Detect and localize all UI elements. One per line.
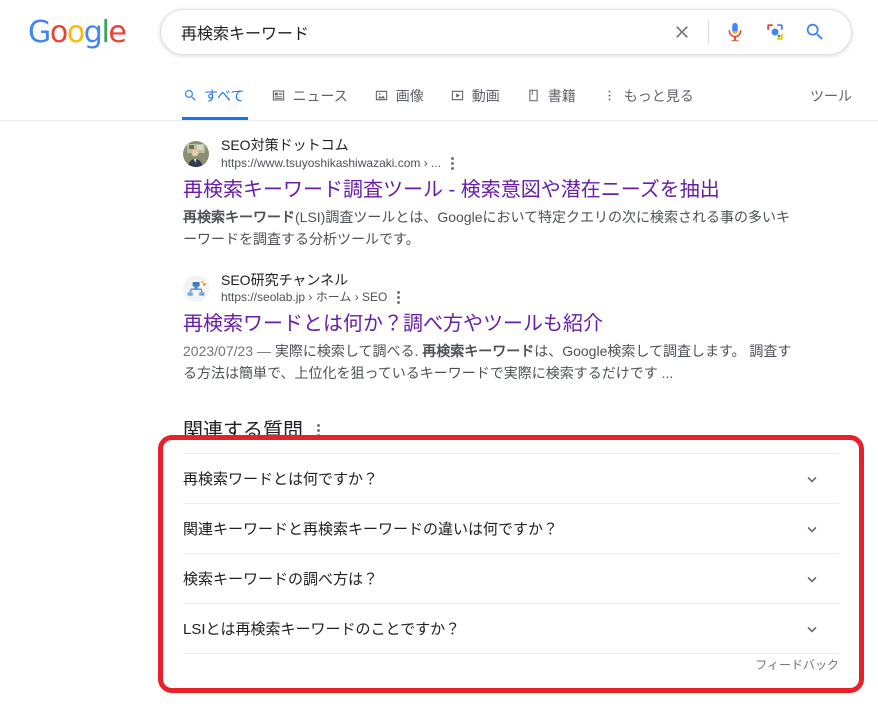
tab-books[interactable]: 書籍 [513, 72, 589, 119]
logo-letter-g1: G [28, 15, 51, 50]
tab-more-label: もっと見る [623, 87, 694, 104]
question-text: 再検索ワードとは何ですか？ [183, 471, 379, 489]
result-url-row: https://www.tsuyoshikashiwazaki.com › ..… [221, 155, 458, 172]
search-result: SEO対策ドットコム https://www.tsuyoshikashiwaza… [183, 137, 803, 250]
question-text: LSIとは再検索キーワードのことですか？ [183, 621, 461, 639]
tab-all[interactable]: すべて [178, 72, 257, 120]
news-icon [270, 88, 286, 104]
question-text: 検索キーワードの調べ方は？ [183, 571, 379, 589]
chevron-down-icon[interactable] [803, 570, 821, 588]
search-bar-actions [662, 12, 851, 52]
people-also-ask-question[interactable]: 関連キーワードと再検索キーワードの違いは何ですか？ [183, 503, 839, 553]
feedback-row: フィードバック [183, 654, 839, 673]
result-title-link[interactable]: 再検索キーワード調査ツール - 検索意図や潜在ニーズを抽出 [183, 177, 803, 203]
snippet-bold-term: 再検索キーワード [422, 343, 535, 360]
google-lens-icon[interactable] [755, 12, 795, 52]
snippet-bold-term: 再検索キーワード [183, 208, 295, 225]
logo-letter-g2: g [83, 15, 103, 50]
search-tabs: すべて ニュース 画像 動画 書籍 もっと見る [178, 72, 707, 120]
tab-all-label: すべて [204, 87, 245, 104]
people-also-ask-question[interactable]: 検索キーワードの調べ方は？ [183, 553, 839, 603]
more-vert-icon [602, 88, 618, 104]
photo-avatar-favicon [183, 141, 209, 168]
result-url-row: https://seolab.jp › ホーム › SEO [221, 289, 404, 306]
result-url: https://seolab.jp › ホーム › SEO [221, 290, 388, 305]
google-logo[interactable]: Google [28, 15, 127, 50]
tab-videos[interactable]: 動画 [437, 72, 513, 119]
tab-books-label: 書籍 [547, 87, 576, 104]
snippet-prefix: 実際に検索して調べる. [274, 343, 423, 360]
tab-more[interactable]: もっと見る [589, 72, 707, 119]
result-site-name: SEO研究チャンネル [221, 271, 349, 288]
network-diagram-favicon [183, 275, 209, 302]
microphone-icon[interactable] [715, 12, 755, 52]
tab-news-label: ニュース [292, 87, 348, 104]
tab-images-label: 画像 [395, 87, 424, 104]
result-site-info: SEO対策ドットコム https://www.tsuyoshikashiwaza… [221, 137, 458, 172]
result-url: https://www.tsuyoshikashiwazaki.com › ..… [221, 155, 442, 170]
result-snippet: 2023/07/23 — 実際に検索して調べる. 再検索キーワードは、Googl… [183, 340, 795, 384]
more-vert-icon[interactable] [393, 289, 404, 306]
chevron-down-icon[interactable] [803, 470, 821, 488]
chevron-down-icon[interactable] [803, 520, 821, 538]
tools-button[interactable]: ツール [810, 86, 852, 106]
more-vert-icon[interactable] [313, 418, 324, 439]
people-also-ask-question[interactable]: 再検索ワードとは何ですか？ [183, 453, 839, 503]
image-icon [374, 88, 390, 104]
result-site-info: SEO研究チャンネル https://seolab.jp › ホーム › SEO [221, 272, 404, 307]
tab-videos-label: 動画 [471, 87, 500, 104]
more-vert-icon[interactable] [447, 155, 458, 172]
search-results: SEO対策ドットコム https://www.tsuyoshikashiwaza… [0, 137, 878, 673]
tab-news[interactable]: ニュース [257, 72, 360, 119]
close-icon[interactable] [662, 12, 702, 52]
search-result: SEO研究チャンネル https://seolab.jp › ホーム › SEO… [183, 272, 803, 385]
snippet-date: 2023/07/23 — [183, 343, 275, 360]
tab-images[interactable]: 画像 [361, 72, 437, 119]
logo-letter-o2: o [66, 15, 85, 50]
people-also-ask-block: 関連する質問 再検索ワードとは何ですか？ 関連キーワードと再検索キーワードの違い… [183, 414, 839, 673]
question-text: 関連キーワードと再検索キーワードの違いは何ですか？ [183, 521, 559, 539]
search-bar[interactable] [160, 9, 852, 55]
feedback-link[interactable]: フィードバック [755, 656, 839, 673]
video-icon [450, 88, 466, 104]
search-bar-divider [708, 20, 709, 44]
chevron-down-icon[interactable] [803, 620, 821, 638]
result-header: SEO対策ドットコム https://www.tsuyoshikashiwaza… [183, 137, 803, 172]
page-header: Google [0, 0, 878, 72]
result-title-link[interactable]: 再検索ワードとは何か？調べ方やツールも紹介 [183, 311, 803, 337]
result-header: SEO研究チャンネル https://seolab.jp › ホーム › SEO [183, 272, 803, 307]
search-icon[interactable] [795, 12, 835, 52]
search-icon [182, 88, 198, 104]
logo-letter-o1: o [49, 15, 68, 50]
search-input[interactable] [161, 17, 662, 47]
book-icon [526, 88, 542, 104]
people-also-ask-question[interactable]: LSIとは再検索キーワードのことですか？ [183, 603, 839, 653]
search-nav-bar: すべて ニュース 画像 動画 書籍 もっと見る ツール [0, 72, 878, 121]
people-also-ask-title: 関連する質問 [183, 420, 303, 443]
people-also-ask-header: 関連する質問 [183, 414, 839, 453]
logo-letter-e: e [108, 15, 126, 50]
result-site-name: SEO対策ドットコム [221, 137, 349, 153]
result-snippet: 再検索キーワード(LSI)調査ツールとは、Googleにおいて特定クエリの次に検… [183, 206, 795, 250]
